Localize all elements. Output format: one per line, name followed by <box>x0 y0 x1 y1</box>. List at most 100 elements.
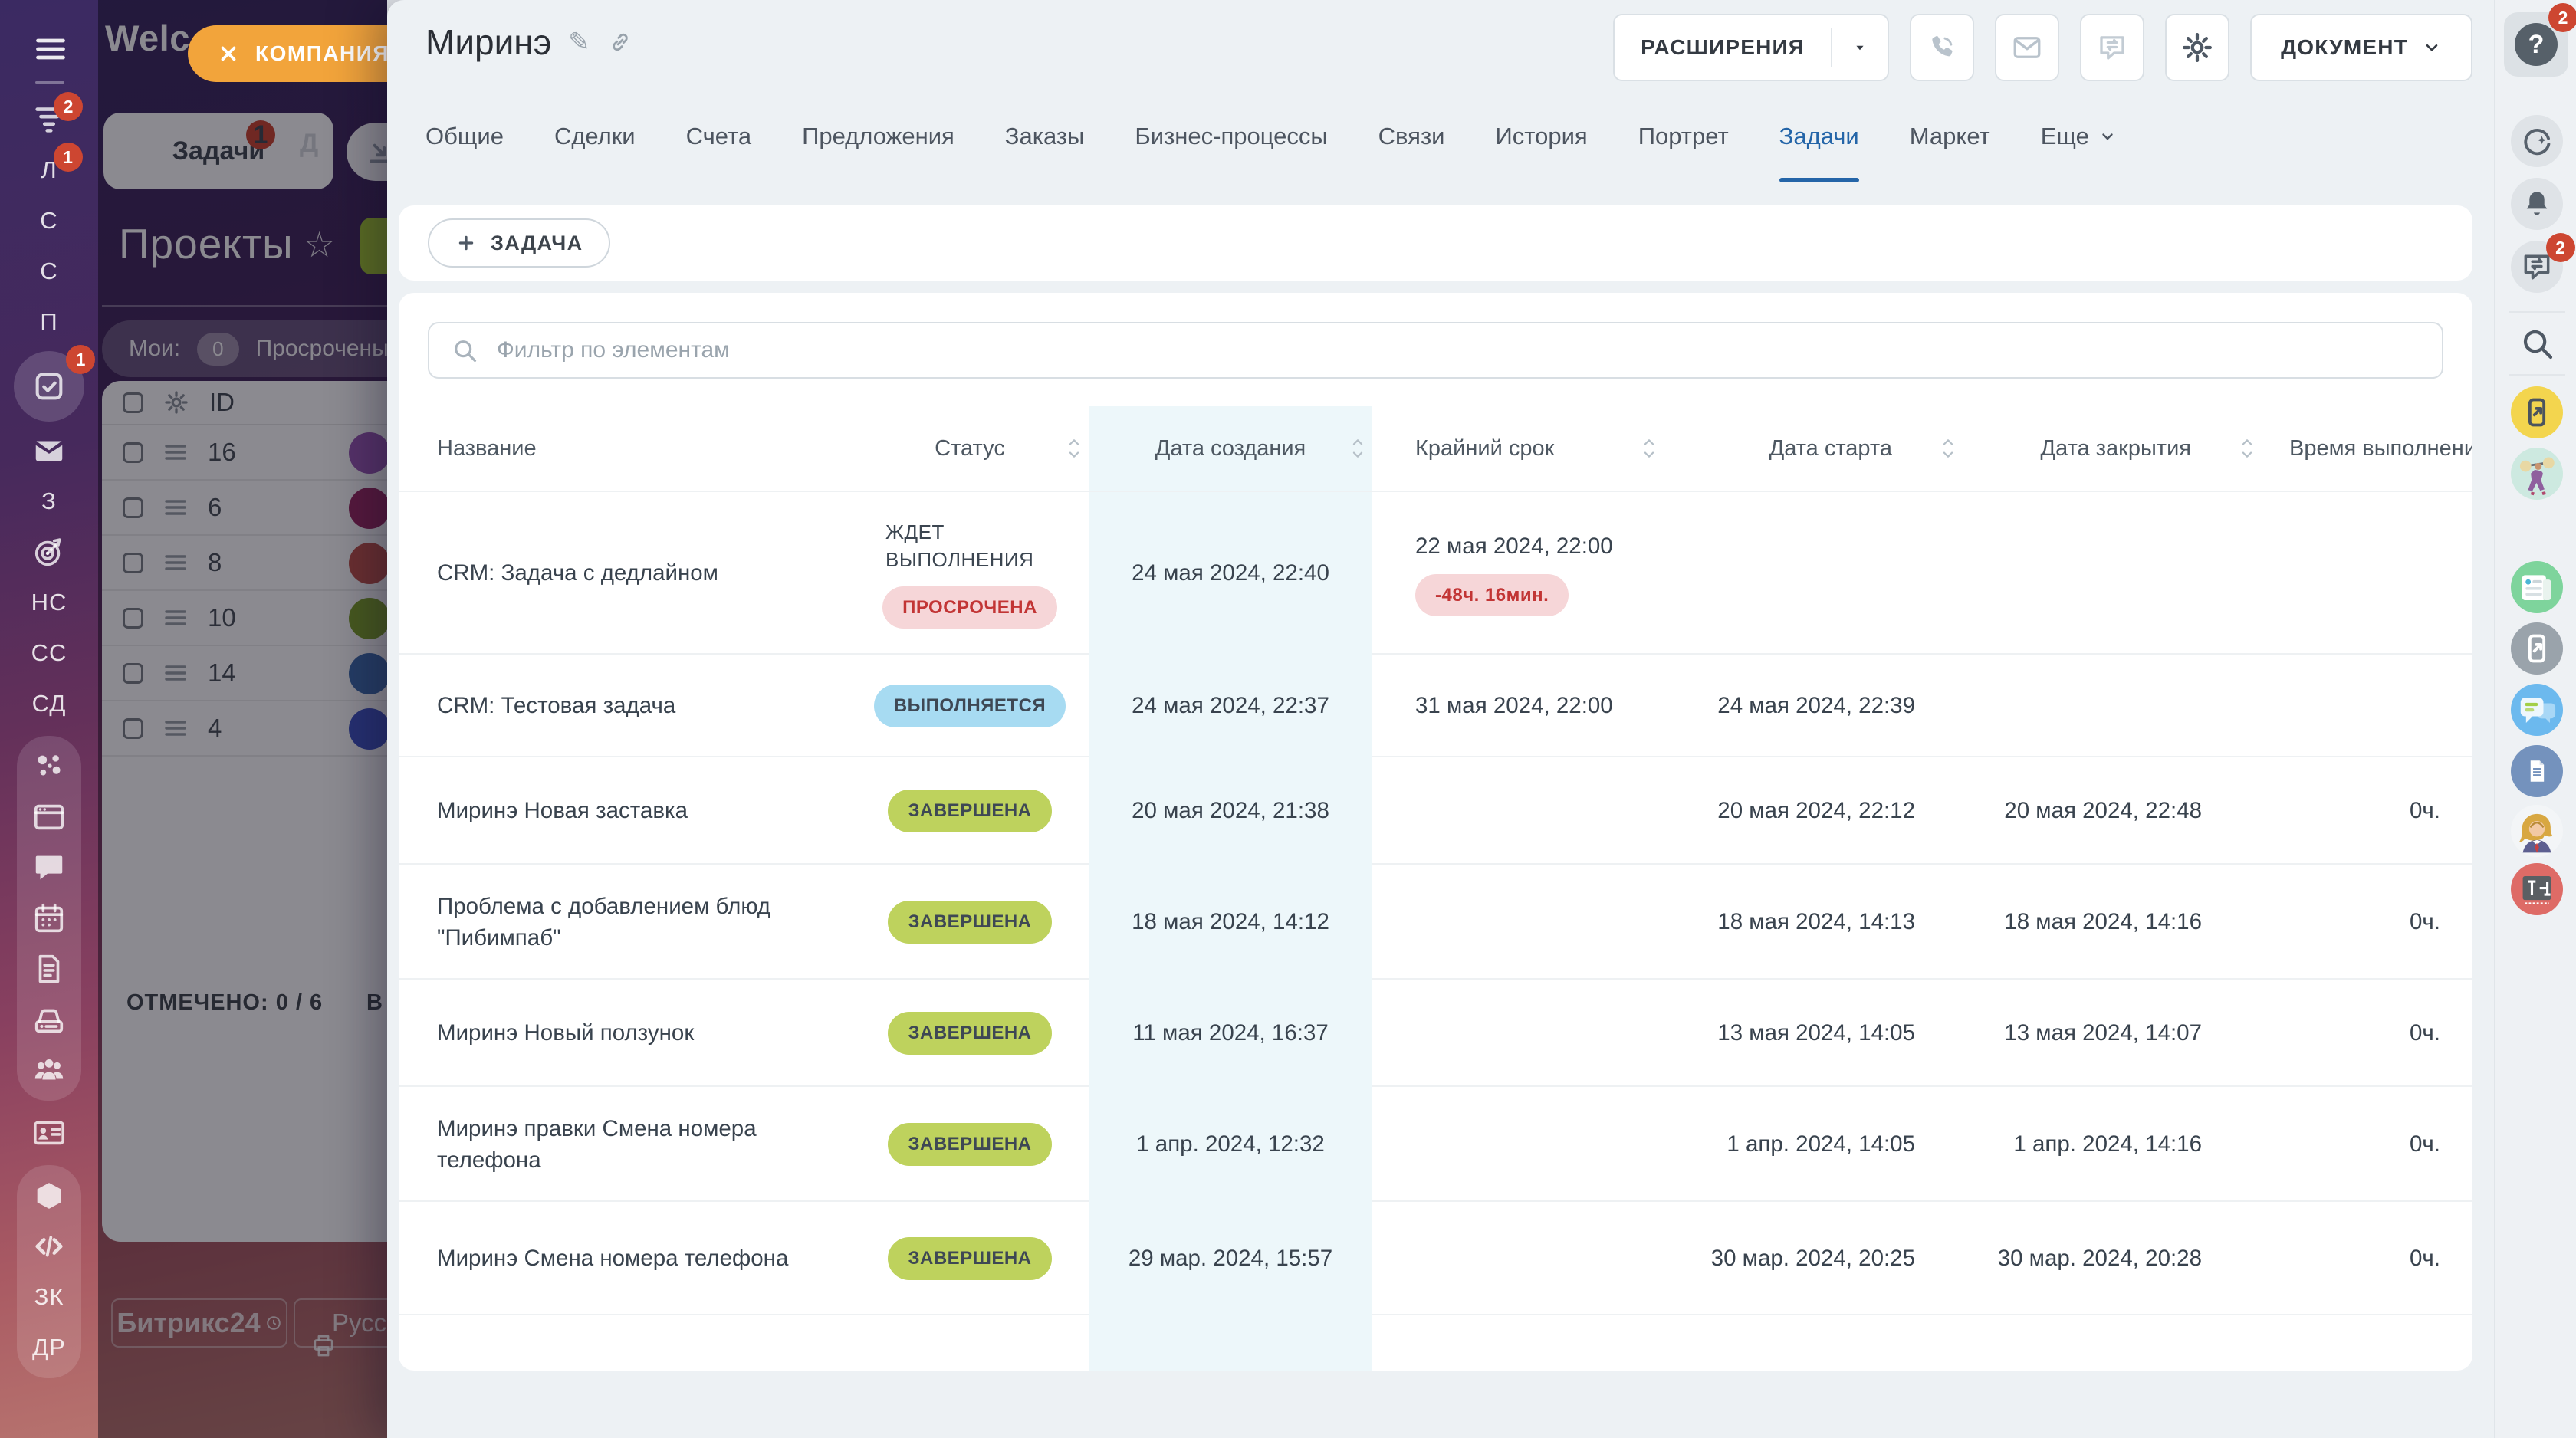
task-close-date: 13 мая 2024, 14:07 <box>1963 980 2262 1087</box>
drive-icon <box>31 1002 67 1037</box>
tab-история[interactable]: История <box>1496 123 1588 184</box>
settings-button[interactable] <box>2165 14 2229 81</box>
call-button[interactable] <box>1910 14 1974 81</box>
tab-портрет[interactable]: Портрет <box>1638 123 1729 184</box>
edit-title-icon[interactable]: ✎ <box>568 27 590 57</box>
tab-маркет[interactable]: Маркет <box>1910 123 1990 184</box>
task-name[interactable]: Миринэ Смена номера телефона <box>399 1202 851 1315</box>
sidebar-item-сд[interactable]: СД <box>26 682 72 725</box>
column-header-6[interactable]: Дата закрытия <box>1963 406 2262 491</box>
add-task-button[interactable]: ЗАДАЧА <box>428 218 610 268</box>
tasks-icon <box>31 369 67 404</box>
tab-общие[interactable]: Общие <box>426 123 504 184</box>
rail-copilot-button[interactable] <box>2511 115 2563 167</box>
tab-предложения[interactable]: Предложения <box>802 123 955 184</box>
task-row[interactable]: CRM: Тестовая задачаВЫПОЛНЯЕТСЯ24 мая 20… <box>399 653 2472 756</box>
help-button[interactable]: ? 2 <box>2504 12 2568 77</box>
sort-arrows-icon[interactable] <box>1941 435 1955 462</box>
search-icon <box>2518 325 2555 362</box>
tab-еще[interactable]: Еще <box>2041 123 2117 184</box>
slider-close-chip[interactable]: КОМПАНИЯ <box>188 25 419 82</box>
rail-translator-app[interactable] <box>2511 863 2563 915</box>
task-row[interactable]: Миринэ Смена номера телефонаЗАВЕРШЕНА29 … <box>399 1200 2472 1314</box>
sidebar-item-document[interactable] <box>26 950 72 987</box>
sidebar-item-crm[interactable] <box>26 748 72 785</box>
task-name[interactable]: Проблема с добавлением блюд "Пибимпаб" <box>399 865 851 980</box>
tab-сделки[interactable]: Сделки <box>554 123 636 184</box>
sidebar-item-с[interactable]: С <box>26 199 72 242</box>
sidebar-item-tasks[interactable]: 1 <box>14 351 84 422</box>
sort-arrows-icon[interactable] <box>1067 435 1081 462</box>
sidebar-item-mail[interactable] <box>26 429 72 472</box>
tab-связи[interactable]: Связи <box>1378 123 1445 184</box>
task-name[interactable]: CRM: Тестовая задача <box>399 655 851 757</box>
sidebar-item-calendar[interactable] <box>26 900 72 937</box>
task-duration: 0ч. <box>2262 757 2472 865</box>
rail-search-button[interactable] <box>2518 325 2555 362</box>
extensions-button[interactable]: РАСШИРЕНИЯ <box>1613 14 1889 81</box>
chat-button[interactable] <box>2080 14 2144 81</box>
rail-bell-button[interactable] <box>2511 178 2563 230</box>
task-row[interactable]: Миринэ Новый ползунокЗАВЕРШЕНА11 мая 202… <box>399 978 2472 1085</box>
tab-бизнес-процессы[interactable]: Бизнес-процессы <box>1135 123 1327 184</box>
extensions-dropdown-caret[interactable] <box>1832 39 1888 56</box>
sidebar-item-chat[interactable] <box>26 849 72 886</box>
sidebar-item-code[interactable] <box>26 1228 72 1265</box>
rail-avatar-barbell[interactable] <box>2511 448 2563 500</box>
tasks-filter-input[interactable] <box>497 337 2442 363</box>
rail-mobile-app-button[interactable] <box>2511 386 2563 438</box>
column-header-3[interactable]: Дата создания <box>1089 406 1372 491</box>
column-header-4[interactable]: Крайний срок <box>1372 406 1664 491</box>
menu-toggle-button[interactable] <box>34 32 67 66</box>
column-header-5[interactable]: Дата старта <box>1664 406 1963 491</box>
rail-chat-app[interactable] <box>2511 684 2563 736</box>
sidebar-item-з[interactable]: З <box>26 480 72 523</box>
sidebar-item-card[interactable] <box>26 799 72 836</box>
tab-счета[interactable]: Счета <box>686 123 752 184</box>
sidebar-item-idcard[interactable] <box>26 1111 72 1154</box>
task-name[interactable]: Миринэ правки Смена номера телефона <box>399 1087 851 1202</box>
sidebar-item-с[interactable]: С <box>26 250 72 293</box>
tab-задачи[interactable]: Задачи <box>1779 123 1859 184</box>
sidebar-item-target[interactable] <box>26 530 72 573</box>
task-created: 11 мая 2024, 16:37 <box>1089 980 1372 1087</box>
sidebar-item-нс[interactable]: НС <box>26 581 72 624</box>
task-row[interactable]: Миринэ Новая заставкаЗАВЕРШЕНА20 мая 202… <box>399 756 2472 863</box>
task-status: ЗАВЕРШЕНА <box>851 865 1089 980</box>
task-name[interactable]: Миринэ Новый ползунок <box>399 980 851 1087</box>
sidebar-item-зк[interactable]: ЗК <box>26 1279 72 1315</box>
sidebar-item-drive[interactable] <box>26 1001 72 1038</box>
people-icon <box>31 1052 67 1088</box>
document-button[interactable]: ДОКУМЕНТ <box>2250 14 2472 81</box>
task-row[interactable]: Миринэ правки Смена номера телефонаЗАВЕР… <box>399 1085 2472 1200</box>
sidebar-item-л[interactable]: Л1 <box>26 149 72 192</box>
sidebar-item-п[interactable]: П <box>26 300 72 343</box>
sidebar-item-cube[interactable] <box>26 1177 72 1214</box>
task-row[interactable]: CRM: Задача с дедлайномЖДЕТ ВЫПОЛНЕНИЯПР… <box>399 491 2472 653</box>
task-start-date: 1 апр. 2024, 14:05 <box>1664 1087 1963 1202</box>
rail-mobile-app-button[interactable] <box>2511 622 2563 675</box>
copy-link-icon[interactable] <box>607 29 633 55</box>
rail-avatar-woman[interactable] <box>2511 805 2563 857</box>
rail-document-app-button[interactable] <box>2511 745 2563 797</box>
task-row[interactable]: Проблема с добавлением блюд "Пибимпаб"ЗА… <box>399 863 2472 978</box>
sidebar-item-др[interactable]: ДР <box>26 1329 72 1366</box>
sort-arrows-icon[interactable] <box>2240 435 2254 462</box>
task-deadline <box>1372 980 1664 1087</box>
deadline-overdue-badge: -48ч. 16мин. <box>1415 574 1569 617</box>
task-name[interactable]: Миринэ Новая заставка <box>399 757 851 865</box>
task-name[interactable]: CRM: Задача с дедлайном <box>399 492 851 655</box>
status-badge: ВЫПОЛНЯЕТСЯ <box>874 685 1066 727</box>
sidebar-item-funnel[interactable]: 2 <box>26 98 72 141</box>
rail-news-app[interactable] <box>2511 561 2563 613</box>
sort-arrows-icon[interactable] <box>1351 435 1365 462</box>
sort-arrows-icon[interactable] <box>1642 435 1656 462</box>
task-status: ЖДЕТ ВЫПОЛНЕНИЯПРОСРОЧЕНА <box>851 492 1089 655</box>
column-header-2[interactable]: Статус <box>851 406 1089 491</box>
tab-заказы[interactable]: Заказы <box>1005 123 1085 184</box>
rail-messenger-button[interactable]: 2 <box>2511 241 2563 293</box>
calendar-icon <box>31 901 67 936</box>
sidebar-item-сс[interactable]: СС <box>26 632 72 675</box>
sidebar-item-people[interactable] <box>26 1052 72 1088</box>
email-button[interactable] <box>1995 14 2059 81</box>
